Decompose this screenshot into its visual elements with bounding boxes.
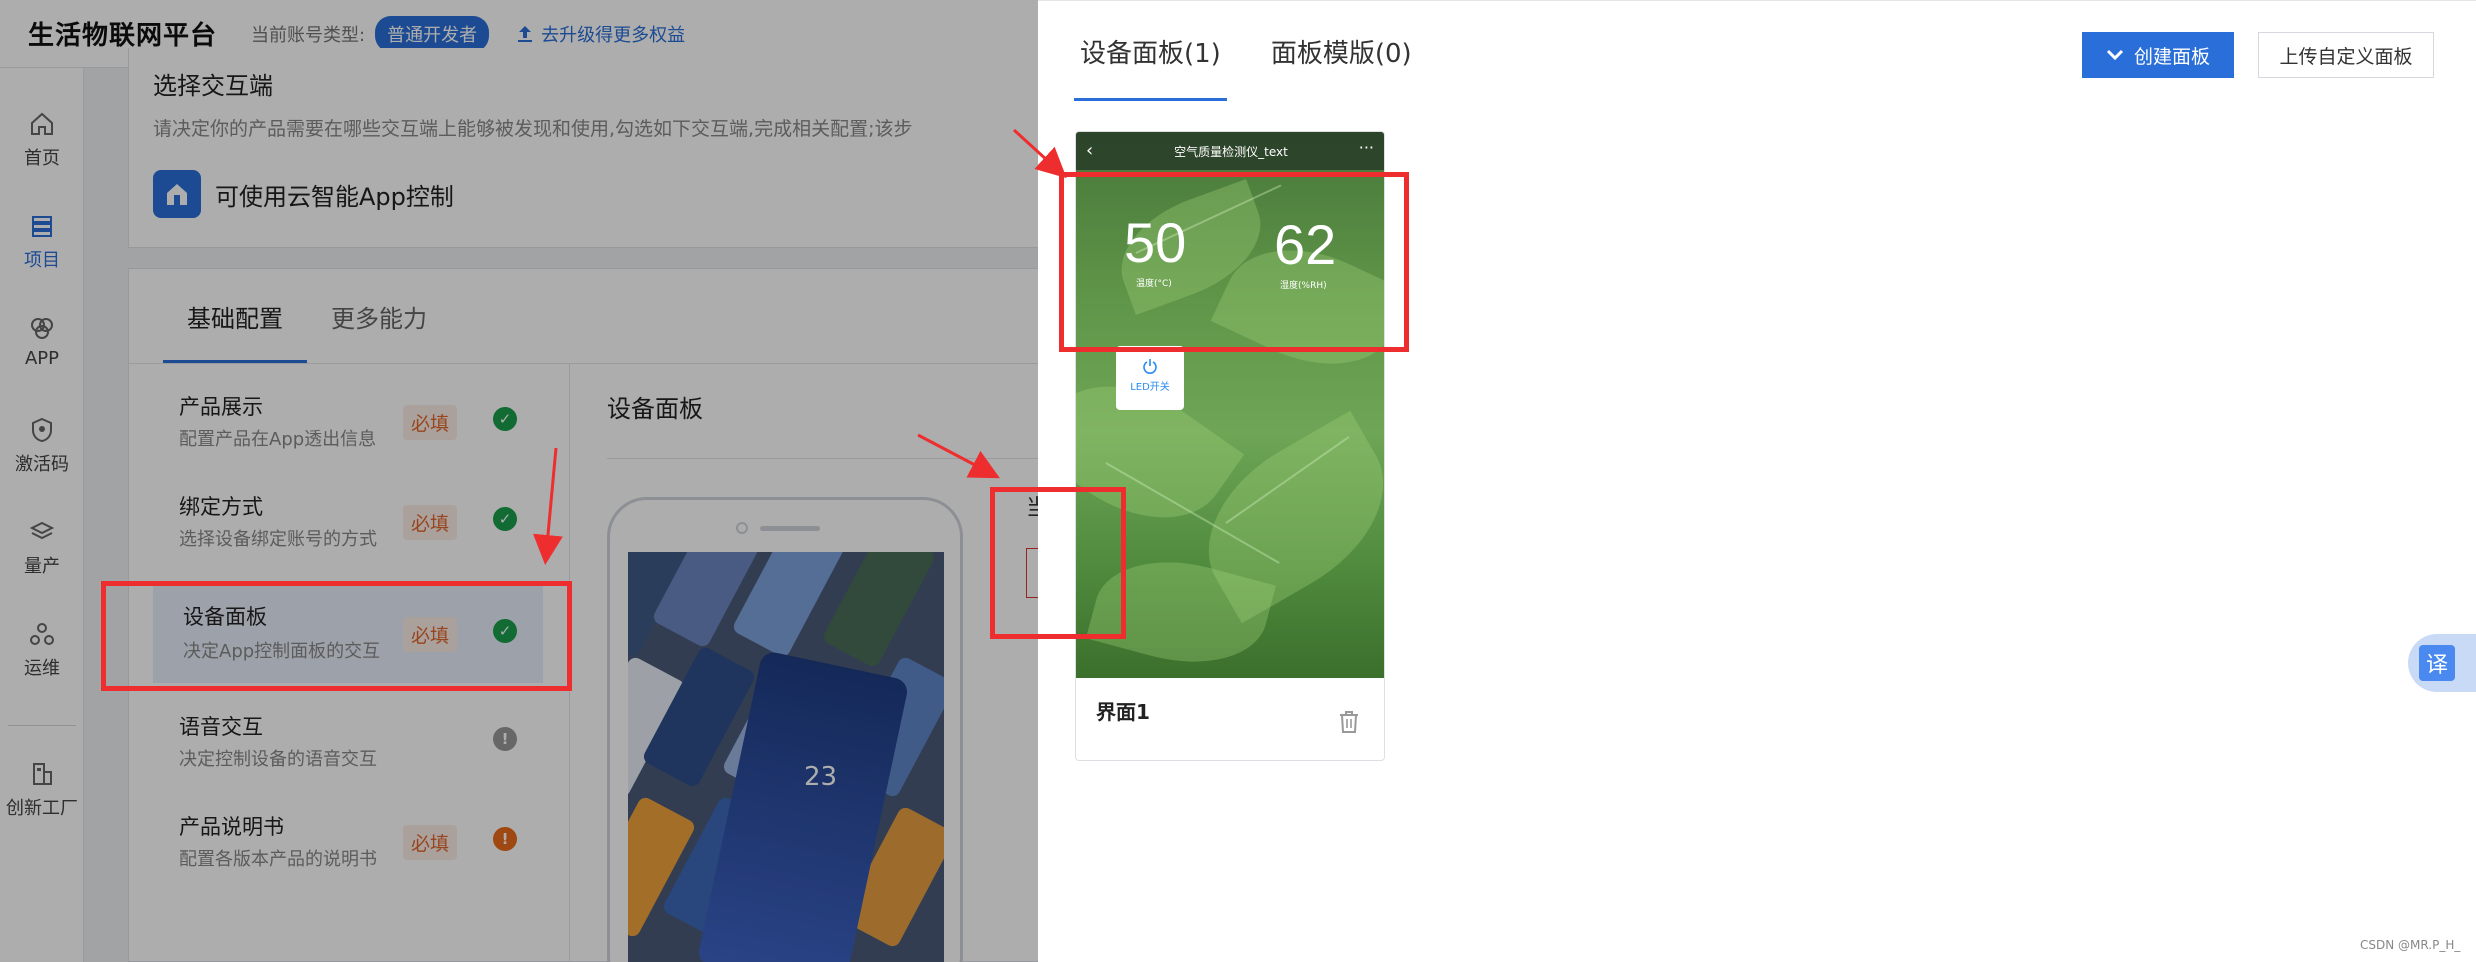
create-panel-label: 创建面板 [2133,46,2210,68]
preview-title: 空气质量检测仪_text [1174,144,1288,159]
annotation-box-metrics [1059,172,1409,352]
translate-button[interactable]: 译 [2408,634,2476,692]
device-panel-drawer: 设备面板(1) 面板模版(0) 创建面板 上传自定义面板 ‹ 空气质量检测仪_t… [1038,0,2476,962]
watermark: CSDN @MR.P_H_ [2360,938,2461,952]
preview-nav-bar: ‹ 空气质量检测仪_text ··· [1076,132,1384,170]
trash-icon[interactable] [1338,710,1360,734]
panel-name: 界面1 [1096,700,1150,724]
led-switch-label: LED开关 [1130,382,1170,393]
chevron-down-icon [2106,49,2124,61]
more-icon: ··· [1358,138,1374,157]
upload-custom-panel-button[interactable]: 上传自定义面板 [2258,32,2434,78]
create-panel-button[interactable]: 创建面板 [2082,32,2234,78]
back-chevron-icon: ‹ [1086,140,1094,161]
drawer-tabs: 设备面板(1) 面板模版(0) [1074,1,1418,101]
translate-icon: 译 [2419,645,2455,681]
power-icon [1143,359,1157,374]
tab-panel-templates[interactable]: 面板模版(0) [1265,1,1418,101]
annotation-box-background [990,487,1126,639]
annotation-box-device-panel-step [101,581,572,691]
led-switch-button[interactable]: LED开关 [1116,346,1184,410]
tab-device-panels[interactable]: 设备面板(1) [1074,1,1227,101]
modal-overlay[interactable] [0,0,1038,962]
